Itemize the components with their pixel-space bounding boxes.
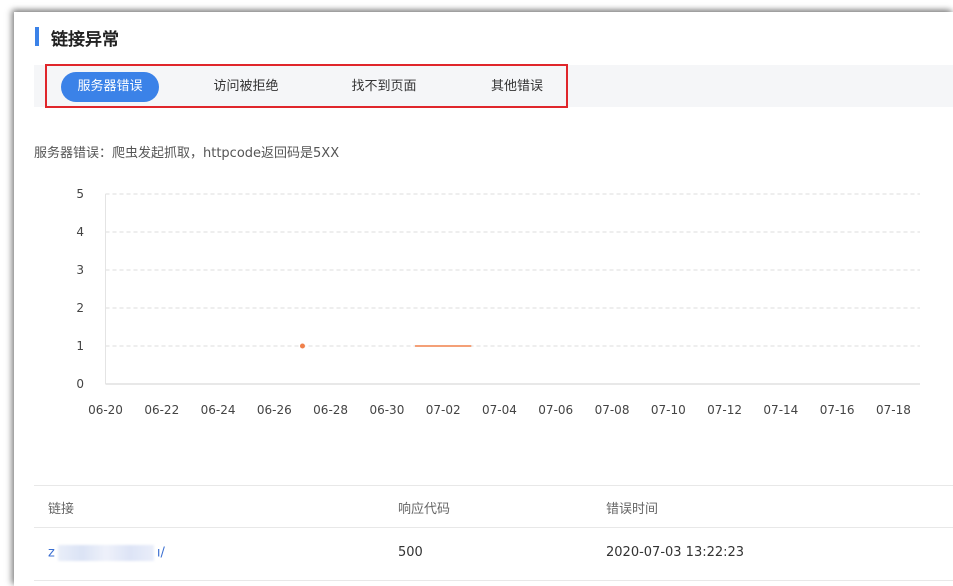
row-error-time: 2020-07-03 13:22:23 xyxy=(606,545,745,560)
y-tick-label: 1 xyxy=(76,339,84,353)
error-chart: 0 1 2 3 4 5 06-20 06-22 06-24 06-26 06-28 06-30 07-… xyxy=(76,187,920,417)
x-tick-label: 07-02 xyxy=(426,403,461,417)
row-link[interactable]: z ı/ xyxy=(48,545,165,561)
y-tick-label: 2 xyxy=(76,301,84,315)
row-link-suffix: ı/ xyxy=(156,545,165,561)
x-tick-label: 06-20 xyxy=(88,403,123,417)
x-tick-label: 07-06 xyxy=(538,403,573,417)
table-row: z ı/ 500 2020-07-03 13:22:23 xyxy=(34,527,953,581)
data-point xyxy=(299,343,305,349)
x-tick-label: 06-22 xyxy=(144,403,179,417)
x-tick-label: 07-14 xyxy=(763,403,798,417)
row-response-code: 500 xyxy=(398,545,423,560)
chart-y-ticks: 0 1 2 3 4 5 xyxy=(76,187,84,391)
x-tick-label: 06-24 xyxy=(201,403,236,417)
x-tick-label: 06-28 xyxy=(313,403,348,417)
x-tick-label: 07-10 xyxy=(651,403,686,417)
x-tick-label: 07-08 xyxy=(595,403,630,417)
x-tick-label: 06-26 xyxy=(257,403,292,417)
x-tick-label: 07-12 xyxy=(707,403,742,417)
x-tick-label: 07-04 xyxy=(482,403,517,417)
chart-x-ticks: 06-20 06-22 06-24 06-26 06-28 06-30 07-02 07-04… xyxy=(88,403,911,417)
y-tick-label: 3 xyxy=(76,263,84,277)
redacted-link-blur xyxy=(57,545,154,561)
x-tick-label: 07-16 xyxy=(820,403,855,417)
x-tick-label: 07-18 xyxy=(876,403,911,417)
y-tick-label: 4 xyxy=(76,225,84,239)
header-response-code: 响应代码 xyxy=(398,502,451,517)
header-link: 链接 xyxy=(48,502,75,517)
table-header-row: 链接 响应代码 错误时间 xyxy=(34,485,953,528)
x-tick-label: 06-30 xyxy=(369,403,404,417)
link-exception-panel: 链接异常 服务器错误 访问被拒绝 找不到页面 其他错误 服务器错误：爬虫发起抓取… xyxy=(14,12,953,586)
header-error-time: 错误时间 xyxy=(606,502,659,517)
y-tick-label: 0 xyxy=(76,377,84,391)
y-tick-label: 5 xyxy=(76,187,84,201)
row-link-prefix: z xyxy=(48,545,55,561)
chart-grid xyxy=(105,193,920,385)
